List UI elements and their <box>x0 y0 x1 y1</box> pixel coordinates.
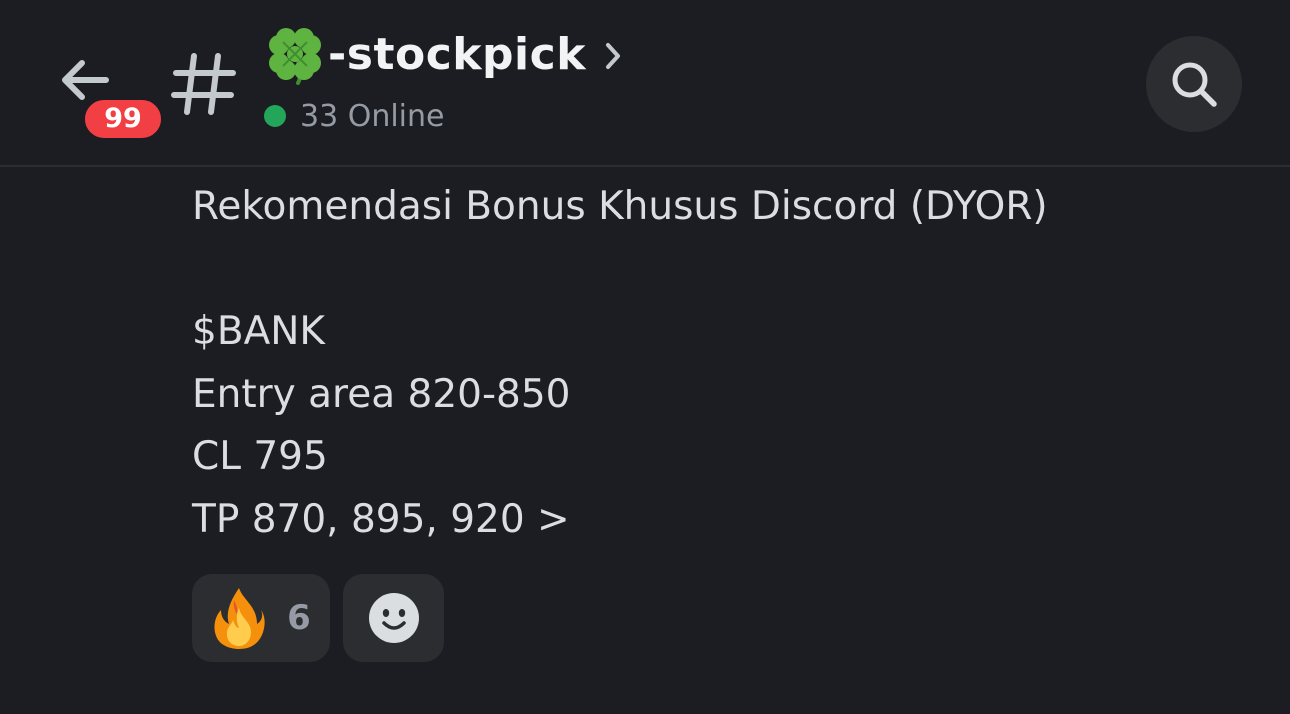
fire-reaction-button[interactable]: 6 <box>192 574 330 662</box>
message-content: Rekomendasi Bonus Khusus Discord (DYOR) … <box>192 176 1252 551</box>
message-line <box>192 239 1252 302</box>
fire-icon <box>214 588 265 649</box>
online-count: 33 Online <box>300 98 445 134</box>
message-line: Rekomendasi Bonus Khusus Discord (DYOR) <box>192 184 1048 229</box>
add-reaction-smiley-icon <box>368 593 419 643</box>
channel-name: -stockpick <box>328 28 586 80</box>
message-line: Entry area 820-850 <box>192 371 571 417</box>
message-line: CL 795 <box>192 434 328 479</box>
search-button[interactable] <box>1146 36 1242 132</box>
online-status-dot <box>264 105 286 127</box>
channel-header: 99 -stockpick 33 Online <box>0 0 1290 167</box>
add-reaction-button[interactable] <box>343 574 444 662</box>
channel-title[interactable]: -stockpick <box>264 22 622 86</box>
unread-count-badge: 99 <box>81 96 165 142</box>
chevron-right-icon <box>605 43 620 69</box>
message-line: $BANK <box>192 309 325 354</box>
search-icon <box>1172 62 1217 107</box>
reaction-count: 6 <box>287 598 311 638</box>
message-line: TP 870, 895, 920 > <box>192 496 570 542</box>
text-channel-hash-icon <box>171 53 236 115</box>
online-status: 33 Online <box>264 96 444 136</box>
four-leaf-clover-icon <box>269 28 321 85</box>
reactions-bar: 6 <box>192 574 444 662</box>
